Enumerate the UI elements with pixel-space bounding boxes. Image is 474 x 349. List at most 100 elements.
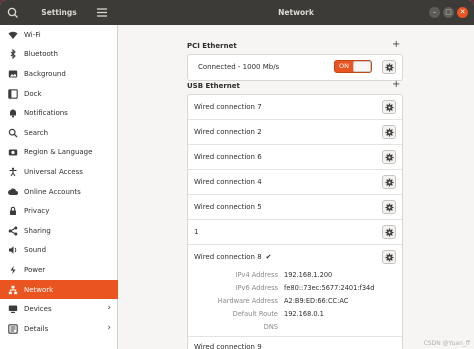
usb-connection-row[interactable]: Wired connection 5: [188, 195, 402, 220]
gear-icon: [384, 177, 394, 187]
sidebar-item-wifi[interactable]: Wi-Fi: [0, 25, 118, 45]
title-bar: Settings Network – □ ✕: [0, 0, 474, 25]
sidebar-item-details[interactable]: Details ›: [0, 319, 118, 339]
menu-icon[interactable]: [96, 7, 108, 18]
sidebar-item-sound[interactable]: Sound: [0, 241, 118, 261]
sharing-icon: [8, 226, 18, 236]
sidebar-item-universal-access[interactable]: Universal Access: [0, 162, 118, 182]
usb-ethernet-title: USB Ethernet: [187, 82, 240, 90]
gear-icon: [384, 127, 394, 137]
network-icon: [8, 285, 18, 295]
sidebar-item-power[interactable]: Power: [0, 260, 118, 280]
pci-ethernet-toggle[interactable]: ON: [334, 60, 372, 73]
sidebar-item-sharing[interactable]: Sharing: [0, 221, 118, 241]
minimize-button[interactable]: –: [429, 7, 440, 18]
connection-name: Wired connection 8: [194, 253, 262, 261]
connection-settings-button[interactable]: [382, 250, 396, 264]
connection-settings-button[interactable]: [382, 125, 396, 139]
gear-icon: [384, 202, 394, 212]
usb-connection-row[interactable]: Wired connection 9: [188, 337, 402, 349]
details-icon: [8, 324, 18, 334]
dock-icon: [8, 88, 18, 99]
page-title: Network: [278, 8, 314, 17]
add-usb-connection-button[interactable]: +: [392, 80, 400, 90]
toggle-state-label: ON: [339, 62, 349, 70]
sidebar-item-label: Dock: [24, 89, 42, 98]
connection-settings-button[interactable]: [382, 225, 396, 239]
usb-connection-row[interactable]: Wired connection 6: [188, 145, 402, 170]
connection-name: 1: [194, 228, 199, 236]
connection-settings-button[interactable]: [382, 100, 396, 114]
usb-connection-row[interactable]: Wired connection 2: [188, 120, 402, 145]
sidebar-item-label: Bluetooth: [24, 50, 58, 59]
connection-name: Wired connection 5: [194, 203, 262, 211]
sidebar-item-bluetooth[interactable]: Bluetooth: [0, 45, 118, 65]
usb-connection-row[interactable]: Wired connection 4: [188, 170, 402, 195]
notifications-icon: [8, 108, 18, 118]
gear-icon: [384, 102, 394, 112]
sidebar-item-label: Sharing: [24, 226, 51, 235]
pci-settings-button[interactable]: [382, 60, 396, 74]
detail-key: Default Route: [232, 310, 278, 318]
checkmark-icon: ✔: [265, 253, 272, 261]
sidebar-item-online-accounts[interactable]: Online Accounts: [0, 182, 118, 202]
connection-settings-button[interactable]: [382, 200, 396, 214]
connection-name: Wired connection 2: [194, 128, 262, 136]
privacy-icon: [8, 206, 18, 216]
detail-value: 192.168.0.1: [284, 310, 324, 318]
gear-icon: [384, 62, 394, 72]
usb-connection-row[interactable]: 1: [188, 220, 402, 245]
active-connection-header: Wired connection 8 ✔: [188, 245, 402, 270]
detail-key: IPv6 Address: [235, 284, 278, 292]
sound-icon: [8, 245, 18, 255]
usb-ethernet-card: Wired connection 7 Wired connection 2 Wi…: [187, 94, 403, 349]
chevron-right-icon: ›: [107, 323, 111, 333]
add-pci-connection-button[interactable]: +: [392, 40, 400, 50]
sidebar-item-label: Details: [24, 324, 49, 333]
sidebar-item-label: Wi-Fi: [24, 30, 41, 39]
connection-name: Wired connection 7: [194, 103, 262, 111]
pci-connection-row: Connected - 1000 Mb/s ON: [188, 55, 402, 80]
detail-value: A2:B9:ED:66:CC:AC: [284, 297, 349, 305]
connection-settings-button[interactable]: [382, 175, 396, 189]
chevron-right-icon: ›: [107, 303, 111, 314]
sidebar-item-search[interactable]: Search: [0, 123, 118, 143]
sidebar-item-privacy[interactable]: Privacy: [0, 201, 118, 221]
pci-ethernet-title: PCI Ethernet: [187, 42, 237, 50]
sidebar-item-notifications[interactable]: Notifications: [0, 103, 118, 123]
settings-window: Settings Network – □ ✕ Wi-Fi Bluetooth B…: [0, 0, 474, 349]
connection-status: Connected - 1000 Mb/s: [198, 63, 280, 71]
camera-icon: [8, 147, 18, 157]
sidebar-item-label: Background: [24, 69, 66, 78]
sidebar-item-label: Notifications: [24, 109, 68, 118]
accessibility-icon: [8, 167, 18, 177]
detail-value: fe80::73ec:5677:2401:f34d: [284, 284, 375, 292]
sidebar-item-label: Network: [24, 285, 54, 294]
detail-row-route: Default Route 192.168.0.1: [188, 308, 402, 321]
active-connection-block[interactable]: Wired connection 8 ✔ IPv4 Address 192.168…: [188, 245, 402, 337]
detail-value: 192.168.1.200: [284, 271, 333, 279]
detail-row-dns: DNS: [188, 321, 402, 334]
sidebar-item-background[interactable]: Background: [0, 64, 118, 84]
sidebar-item-dock[interactable]: Dock: [0, 84, 118, 104]
sidebar-item-region-language[interactable]: Region & Language: [0, 143, 118, 163]
usb-connection-row[interactable]: Wired connection 7: [188, 95, 402, 120]
sidebar-item-network[interactable]: Network: [0, 279, 118, 300]
window-controls: – □ ✕: [429, 7, 468, 18]
sidebar-item-label: Universal Access: [24, 167, 83, 176]
connection-settings-button[interactable]: [382, 150, 396, 164]
sidebar-item-label: Region & Language: [24, 148, 93, 157]
power-icon: [8, 265, 18, 275]
connection-name: Wired connection 6: [194, 153, 262, 161]
active-connection-name: Wired connection 8 ✔: [194, 245, 272, 270]
detail-key: DNS: [263, 323, 278, 331]
gear-icon: [384, 227, 394, 237]
sidebar-item-label: Search: [24, 128, 49, 137]
close-button[interactable]: ✕: [457, 7, 468, 18]
pci-ethernet-card: Connected - 1000 Mb/s ON: [187, 54, 403, 81]
maximize-button[interactable]: □: [443, 7, 454, 18]
toggle-knob: [353, 61, 371, 72]
sidebar-item-devices[interactable]: Devices ›: [0, 299, 118, 319]
detail-key: IPv4 Address: [235, 271, 278, 279]
sidebar: Wi-Fi Bluetooth Background Dock Notifica…: [0, 25, 118, 349]
